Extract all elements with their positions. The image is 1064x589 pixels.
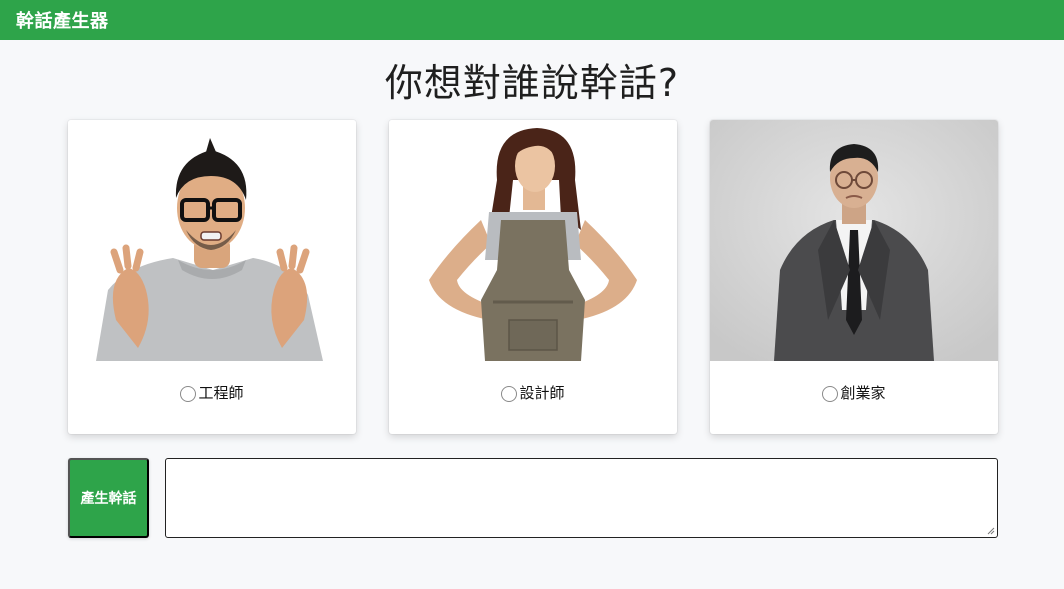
page-title: 你想對誰說幹話? <box>384 61 680 105</box>
engineer-radio[interactable] <box>180 385 197 402</box>
entrepreneur-radio[interactable] <box>822 385 839 402</box>
designer-radio[interactable] <box>501 385 518 402</box>
option-label-designer: 設計師 <box>519 384 565 402</box>
option-card-entrepreneur[interactable]: 創業家 <box>710 120 998 434</box>
generate-button[interactable]: 產生幹話 <box>68 458 149 538</box>
entrepreneur-photo <box>710 120 998 361</box>
option-entrepreneur[interactable]: 創業家 <box>710 382 998 403</box>
navbar-brand[interactable]: 幹話產生器 <box>16 7 109 33</box>
output-textarea[interactable] <box>165 458 998 538</box>
engineer-photo <box>68 120 356 361</box>
option-engineer[interactable]: 工程師 <box>68 382 356 403</box>
resize-handle-icon[interactable] <box>987 527 995 535</box>
option-card-engineer[interactable]: 工程師 <box>68 120 356 434</box>
option-designer[interactable]: 設計師 <box>389 382 677 403</box>
option-label-engineer: 工程師 <box>198 384 244 402</box>
designer-photo <box>389 120 677 361</box>
top-navbar: 幹話產生器 <box>0 0 1064 40</box>
option-label-entrepreneur: 創業家 <box>840 384 886 402</box>
option-card-designer[interactable]: 設計師 <box>389 120 677 434</box>
